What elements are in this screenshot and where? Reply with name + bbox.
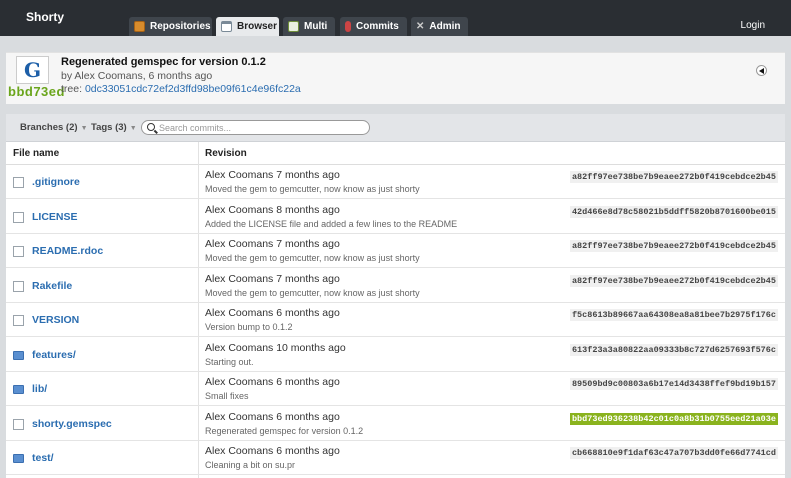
revision-message: Moved the gem to gemcutter, now know as … bbox=[205, 184, 420, 194]
file-name-link[interactable]: .gitignore bbox=[32, 176, 80, 188]
tab-repositories[interactable]: Repositories bbox=[129, 17, 212, 36]
table-row[interactable]: README.rdoc Alex Coomans 7 months ago Move… bbox=[6, 234, 785, 268]
table-row[interactable]: shorty.gemspec Alex Coomans 6 months ago R… bbox=[6, 407, 785, 441]
header-file-name: File name bbox=[13, 148, 60, 159]
revision-author: Alex Coomans 7 months ago bbox=[205, 273, 340, 285]
chevron-down-icon: ▼ bbox=[129, 125, 137, 132]
revision-sha-link[interactable]: 42d466e8d78c58021b5ddff5820b8701600be015 bbox=[569, 206, 778, 218]
revision-message: Starting out. bbox=[205, 357, 254, 367]
tab-label: Repositories bbox=[150, 21, 211, 32]
admin-icon: ✕ bbox=[416, 21, 425, 32]
table-row[interactable]: LICENSE Alex Coomans 8 months ago Added th… bbox=[6, 200, 785, 234]
file-name-link[interactable]: shorty.gemspec bbox=[32, 418, 112, 430]
revision-message: Regenerated gemspec for version 0.1.2 bbox=[205, 426, 364, 436]
file-name-link[interactable]: VERSION bbox=[32, 314, 79, 326]
revision-author: Alex Coomans 7 months ago bbox=[205, 169, 340, 181]
tab-admin[interactable]: ✕ Admin bbox=[411, 17, 468, 36]
folder-icon bbox=[13, 454, 24, 463]
search-box[interactable] bbox=[141, 120, 370, 135]
commits-icon bbox=[345, 21, 351, 32]
revision-author: Alex Coomans 7 months ago bbox=[205, 238, 340, 250]
file-name-link[interactable]: LICENSE bbox=[32, 211, 78, 223]
file-icon bbox=[13, 281, 24, 292]
revision-author: Alex Coomans 6 months ago bbox=[205, 445, 340, 457]
tags-label: Tags (3) bbox=[91, 122, 127, 133]
table-row[interactable]: Rakefile Alex Coomans 7 months ago Moved t… bbox=[6, 269, 785, 303]
tags-dropdown[interactable]: Tags (3) ▼ bbox=[91, 122, 137, 133]
table-row[interactable]: VERSION Alex Coomans 6 months ago Version … bbox=[6, 303, 785, 337]
revision-sha-link[interactable]: a82ff97ee738be7b9eaee272b0f419cebdce2b45 bbox=[569, 275, 778, 287]
filter-bar: Branches (2) ▼ Tags (3) ▼ bbox=[6, 114, 785, 142]
revision-author: Alex Coomans 6 months ago bbox=[205, 376, 340, 388]
file-icon bbox=[13, 419, 24, 430]
tree-hash-link[interactable]: 0dc33051cdc72ef2d3ffd98be09f61c4e96fc22a bbox=[85, 83, 301, 95]
top-navbar: Shorty Repositories Browser Multi Commit… bbox=[0, 0, 791, 36]
revision-author: Alex Coomans 6 months ago bbox=[205, 307, 340, 319]
search-icon bbox=[147, 123, 155, 131]
tree-label: tree: bbox=[61, 83, 83, 95]
file-icon bbox=[13, 212, 24, 223]
revision-message: Added the LICENSE file and added a few l… bbox=[205, 219, 458, 229]
revision-author: Alex Coomans 10 months ago bbox=[205, 342, 346, 354]
table-row[interactable]: test/Alex Coomans 6 months ago Cleaning a… bbox=[6, 441, 785, 475]
avatar-logo-icon: G bbox=[23, 58, 42, 82]
table-row[interactable]: features/Alex Coomans 10 months ago Start… bbox=[6, 338, 785, 372]
folder-icon bbox=[13, 351, 24, 360]
repositories-icon bbox=[134, 21, 145, 32]
revision-author: Alex Coomans 6 months ago bbox=[205, 411, 340, 423]
branches-label: Branches (2) bbox=[20, 122, 78, 133]
avatar: G bbox=[16, 56, 49, 84]
table-header: File name Revision bbox=[6, 142, 785, 165]
header-revision: Revision bbox=[205, 148, 247, 159]
commit-byline: by Alex Coomans, 6 months ago bbox=[61, 70, 213, 82]
revision-sha-link[interactable]: 613f23a3a80822aa09333b8c727d6257693f576c bbox=[569, 344, 778, 356]
play-icon[interactable] bbox=[756, 65, 767, 76]
revision-message: Small fixes bbox=[205, 391, 249, 401]
branches-dropdown[interactable]: Branches (2) ▼ bbox=[20, 122, 88, 133]
revision-sha-link[interactable]: a82ff97ee738be7b9eaee272b0f419cebdce2b45 bbox=[569, 240, 778, 252]
tab-label: Browser bbox=[237, 21, 278, 32]
file-name-link[interactable]: test/ bbox=[32, 452, 54, 464]
brand-title[interactable]: Shorty bbox=[26, 10, 64, 24]
folder-icon bbox=[13, 385, 24, 394]
revision-message: Version bump to 0.1.2 bbox=[205, 322, 293, 332]
revision-sha-link[interactable]: cb668810e9f1daf63c47a707b3dd0fe66d7741cd bbox=[569, 447, 778, 459]
revision-sha-link[interactable]: bbd73ed936238b42c01c0a8b31b0755eed21a03e bbox=[569, 413, 778, 425]
revision-message: Cleaning a bit on su.pr bbox=[205, 460, 296, 470]
commit-short-sha[interactable]: bbd73ed bbox=[8, 84, 65, 99]
file-name-link[interactable]: Rakefile bbox=[32, 280, 72, 292]
revision-author: Alex Coomans 8 months ago bbox=[205, 204, 340, 216]
tab-commits[interactable]: Commits bbox=[340, 17, 407, 36]
file-name-link[interactable]: lib/ bbox=[32, 383, 47, 395]
tab-label: Commits bbox=[356, 21, 399, 32]
commit-message: Regenerated gemspec for version 0.1.2 bbox=[61, 56, 266, 68]
commit-header: G bbd73ed Regenerated gemspec for versio… bbox=[6, 52, 785, 104]
table-row[interactable]: .gitignore Alex Coomans 7 months ago Moved… bbox=[6, 165, 785, 199]
search-input[interactable] bbox=[159, 121, 364, 134]
multi-icon bbox=[288, 21, 299, 32]
file-name-link[interactable]: features/ bbox=[32, 349, 76, 361]
revision-sha-link[interactable]: 89509bd9c00803a6b17e14d3438ffef9bd19b157 bbox=[569, 378, 778, 390]
revision-sha-link[interactable]: a82ff97ee738be7b9eaee272b0f419cebdce2b45 bbox=[569, 171, 778, 183]
tab-label: Admin bbox=[429, 21, 461, 32]
commit-tree: tree: 0dc33051cdc72ef2d3ffd98be09f61c4e9… bbox=[61, 83, 301, 95]
revision-message: Moved the gem to gemcutter, now know as … bbox=[205, 288, 420, 298]
table-row[interactable]: lib/Alex Coomans 6 months ago Small fixes… bbox=[6, 372, 785, 406]
browser-icon bbox=[221, 21, 232, 32]
login-link[interactable]: Login bbox=[741, 20, 765, 31]
file-icon bbox=[13, 177, 24, 188]
revision-message: Moved the gem to gemcutter, now know as … bbox=[205, 253, 420, 263]
file-name-link[interactable]: README.rdoc bbox=[32, 245, 103, 257]
revision-sha-link[interactable]: f5c8613b89667aa64308ea8a81bee7b2975f176c bbox=[569, 309, 778, 321]
tab-multi[interactable]: Multi bbox=[283, 17, 335, 36]
tab-label: Multi bbox=[304, 21, 328, 32]
tab-browser[interactable]: Browser bbox=[216, 17, 279, 36]
file-table: File name Revision .gitignore Alex Cooman… bbox=[6, 142, 785, 478]
file-icon bbox=[13, 246, 24, 257]
chevron-down-icon: ▼ bbox=[80, 125, 88, 132]
file-icon bbox=[13, 315, 24, 326]
